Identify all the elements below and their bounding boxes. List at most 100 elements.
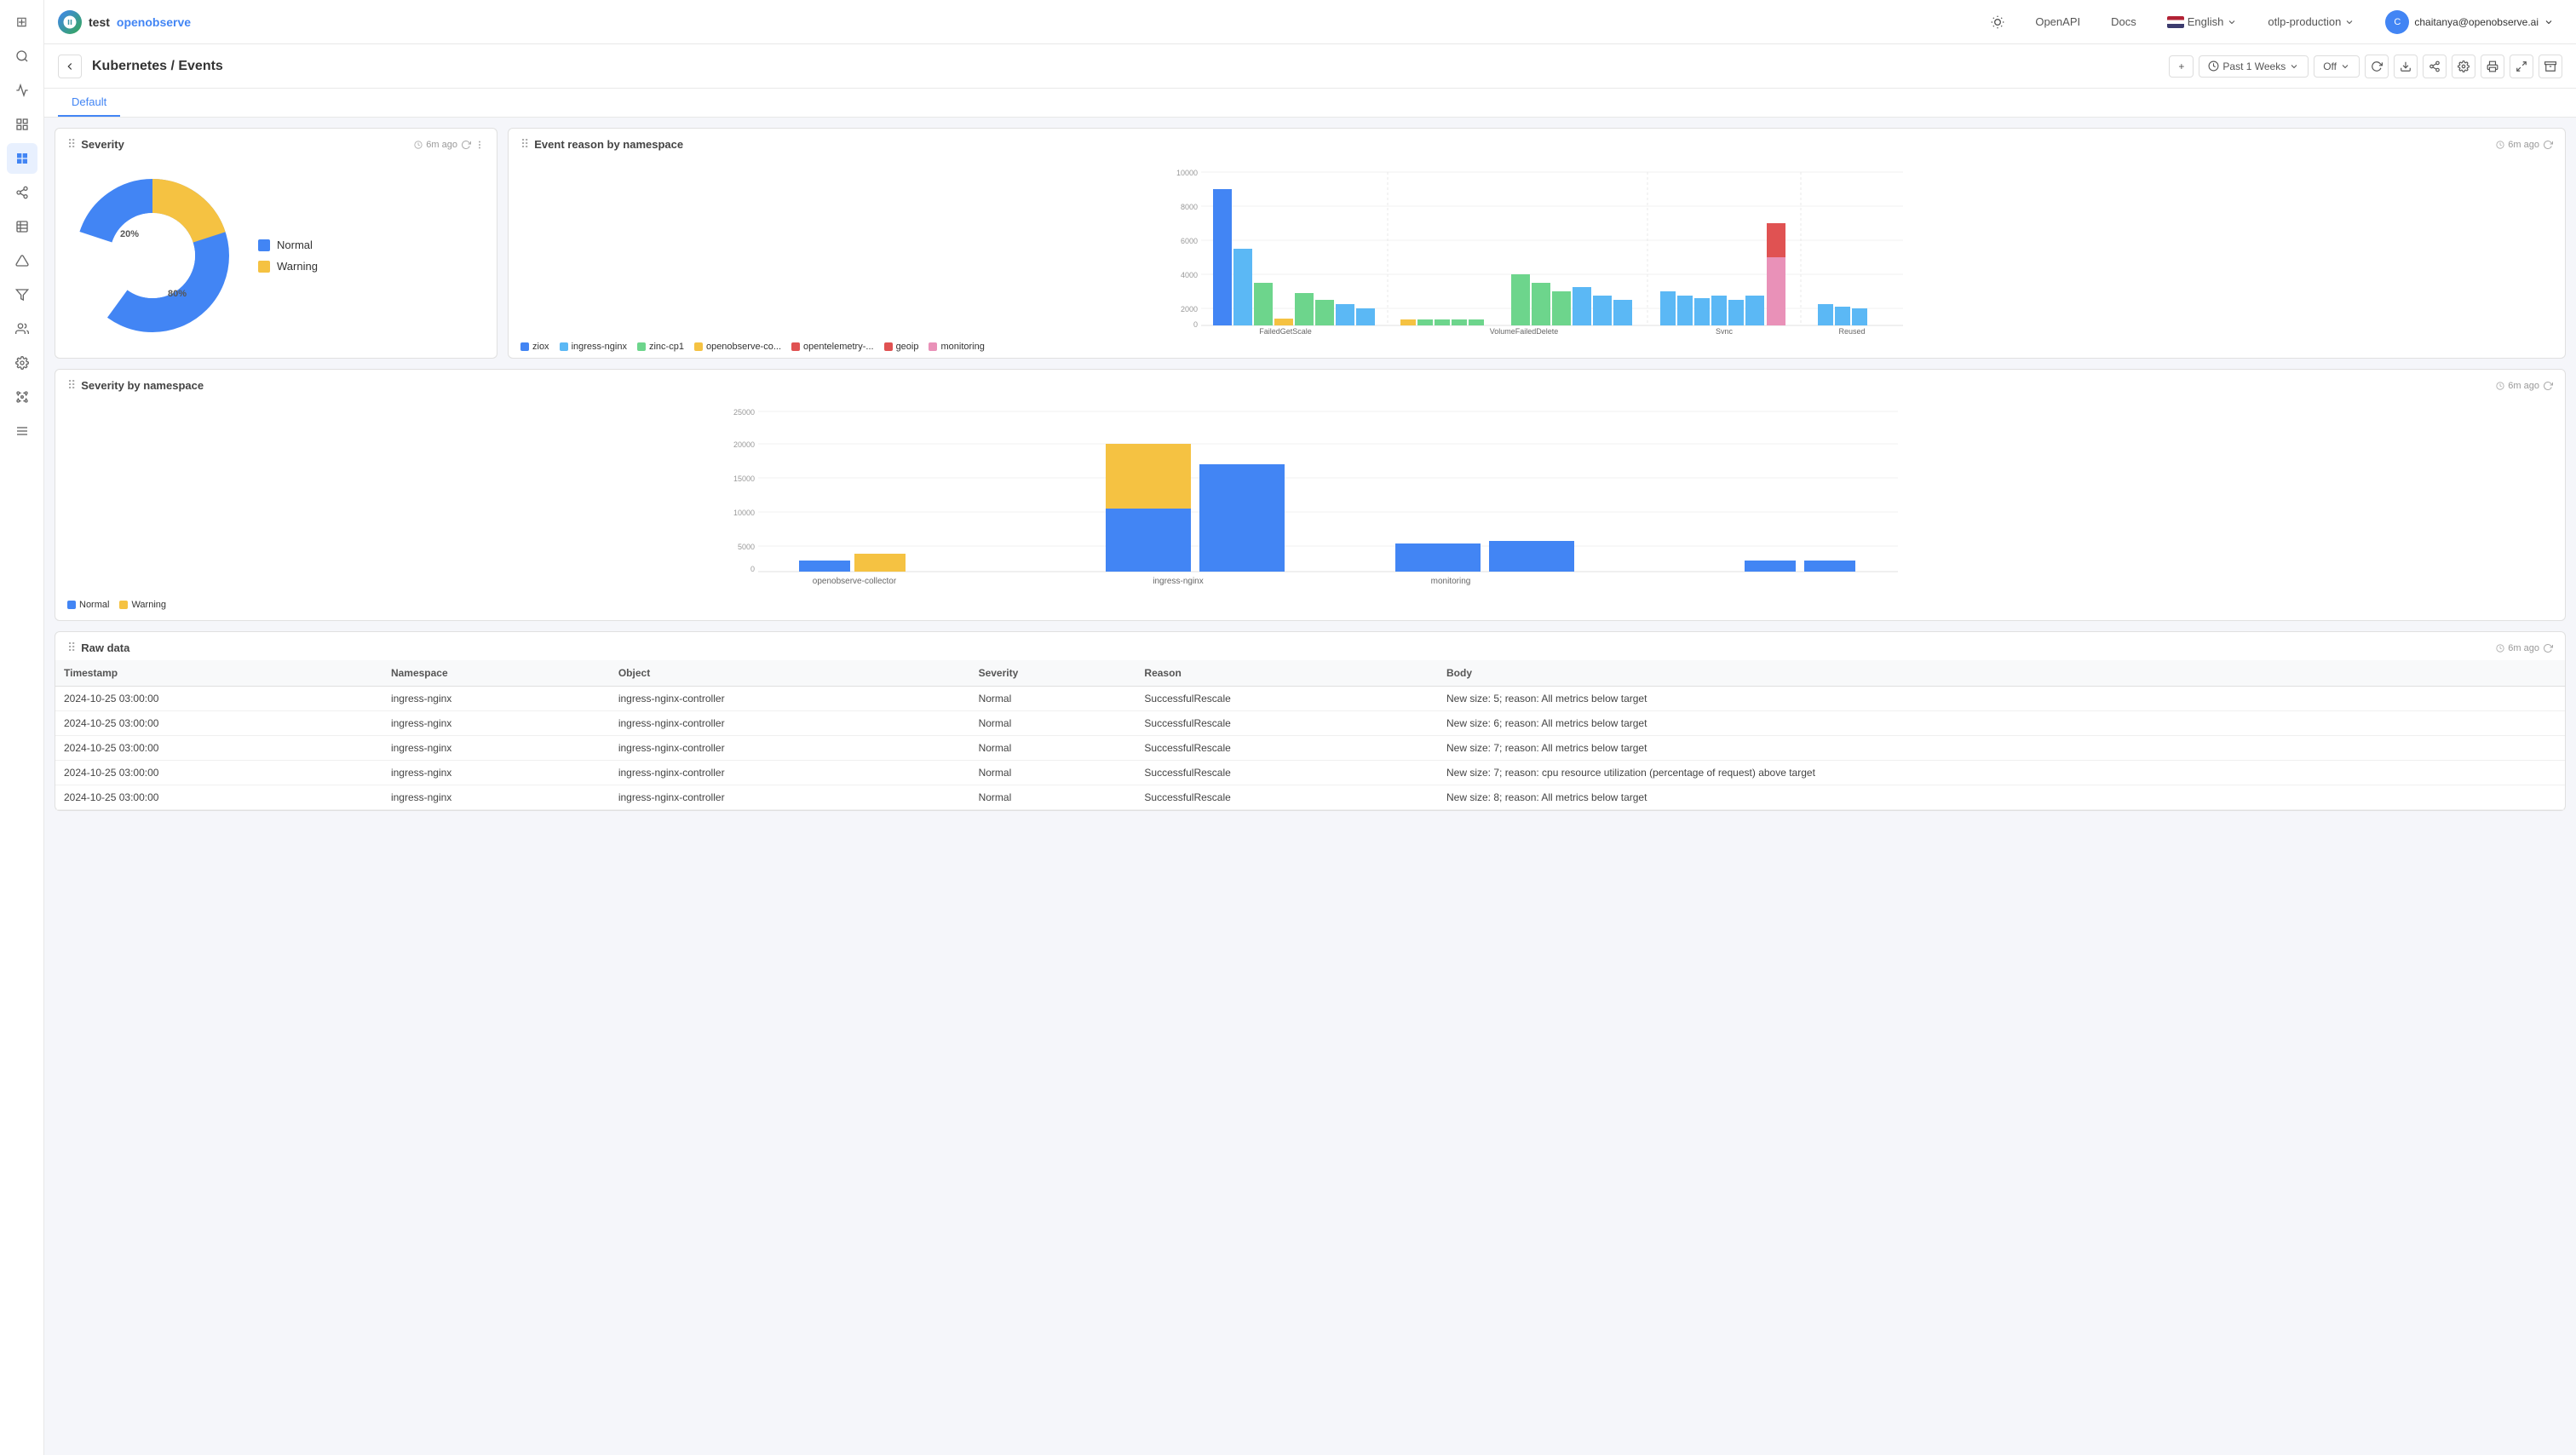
svg-text:20000: 20000 (733, 440, 755, 449)
legend-geoip: geoip (884, 342, 919, 352)
download-button[interactable] (2394, 55, 2418, 78)
tabs-bar: Default (44, 89, 2576, 118)
ingress-dot (560, 342, 568, 351)
sidebar-item-share[interactable] (7, 177, 37, 208)
sidebar-item-filter[interactable] (7, 279, 37, 310)
cell-reason: SuccessfulRescale (1136, 687, 1438, 711)
user-menu[interactable]: C chaitanya@openobserve.ai (2377, 6, 2562, 38)
refresh-toggle[interactable]: Off (2314, 55, 2360, 78)
sidebar-item-alerts[interactable] (7, 245, 37, 276)
event-reason-body: 10000 8000 6000 4000 2000 0 (509, 157, 2565, 357)
tab-default[interactable]: Default (58, 89, 120, 117)
dashboard: ⠿ Severity 6m ago (44, 118, 2576, 1455)
severity-ns-header: ⠿ Severity by namespace 6m ago (55, 370, 2565, 398)
cell-namespace: ingress-nginx (382, 785, 610, 810)
cell-object: ingress-nginx-controller (610, 687, 970, 711)
add-panel-button[interactable]: + (2169, 55, 2194, 78)
zinc-dot (637, 342, 646, 351)
sun-icon[interactable] (1982, 11, 2013, 33)
topnav: test openobserve OpenAPI Docs English ot… (44, 0, 2576, 44)
cell-namespace: ingress-nginx (382, 711, 610, 736)
legend-item-normal: Normal (258, 239, 318, 251)
language-selector[interactable]: English (2159, 11, 2246, 32)
clock-ns-icon (2496, 382, 2504, 390)
cell-reason: SuccessfulRescale (1136, 711, 1438, 736)
page-header: Kubernetes / Events + Past 1 Weeks Off (44, 44, 2576, 89)
table-row: 2024-10-25 03:00:00 ingress-nginx ingres… (55, 785, 2565, 810)
user-email: chaitanya@openobserve.ai (2414, 16, 2539, 28)
refresh-button[interactable] (2365, 55, 2389, 78)
share-button[interactable] (2423, 55, 2447, 78)
cell-timestamp: 2024-10-25 03:00:00 (55, 785, 382, 810)
sidebar: ⊞ (0, 0, 44, 1455)
brand-name: openobserve (117, 15, 191, 29)
cell-timestamp: 2024-10-25 03:00:00 (55, 711, 382, 736)
raw-data-header: ⠿ Raw data 6m ago (55, 632, 2565, 660)
normal-pct-label: 80% (168, 289, 187, 299)
cell-body: New size: 7; reason: All metrics below t… (1438, 736, 2565, 761)
legend-monitoring: monitoring (929, 342, 984, 352)
sev-normal-legend: Normal (67, 600, 109, 610)
table-row: 2024-10-25 03:00:00 ingress-nginx ingres… (55, 711, 2565, 736)
settings-button[interactable] (2452, 55, 2475, 78)
cell-timestamp: 2024-10-25 03:00:00 (55, 761, 382, 785)
raw-data-table: Timestamp Namespace Object Severity Reas… (55, 660, 2565, 810)
brand-logo (58, 10, 82, 34)
event-drag-handle[interactable]: ⠿ (520, 137, 529, 152)
legend-openobserve: openobserve-co... (694, 342, 781, 352)
severity-ns-body: 25000 20000 15000 10000 5000 0 (55, 398, 2565, 620)
sidebar-item-reports[interactable] (7, 211, 37, 242)
svg-text:10000: 10000 (1176, 169, 1198, 177)
severity-panel-header: ⠿ Severity 6m ago (55, 129, 497, 157)
svg-text:VolumeFailedDelete: VolumeFailedDelete (1490, 327, 1559, 334)
sidebar-item-dashboards[interactable] (7, 143, 37, 174)
fullscreen-button[interactable] (2510, 55, 2533, 78)
cell-object: ingress-nginx-controller (610, 711, 970, 736)
donut-container: 20% 80% Normal Warning (67, 164, 485, 348)
drag-handle[interactable]: ⠿ (67, 137, 76, 152)
sev-ns-drag[interactable]: ⠿ (67, 378, 76, 393)
sidebar-item-dashboard-panel[interactable] (7, 109, 37, 140)
cell-timestamp: 2024-10-25 03:00:00 (55, 736, 382, 761)
chevron-down-icon (2227, 17, 2237, 27)
sidebar-item-users[interactable] (7, 313, 37, 344)
oo-dot (694, 342, 703, 351)
svg-text:25000: 25000 (733, 408, 755, 417)
refresh-small-icon[interactable] (461, 140, 471, 150)
legend-opentelemetry: opentelemetry-... (791, 342, 874, 352)
flag-icon (2167, 16, 2184, 28)
sidebar-item-metrics[interactable] (7, 75, 37, 106)
severity-ns-panel: ⠿ Severity by namespace 6m ago 25000 200 (55, 369, 2566, 621)
archive-button[interactable] (2539, 55, 2562, 78)
more-icon[interactable] (474, 140, 485, 150)
org-selector[interactable]: otlp-production (2259, 11, 2363, 32)
sidebar-item-search[interactable] (7, 41, 37, 72)
time-range-picker[interactable]: Past 1 Weeks (2199, 55, 2309, 78)
severity-body: 20% 80% Normal Warning (55, 157, 497, 358)
sidebar-item-integrations[interactable] (7, 382, 37, 412)
print-button[interactable] (2481, 55, 2504, 78)
svg-text:0: 0 (750, 565, 755, 573)
geoip-dot (884, 342, 893, 351)
docs-button[interactable]: Docs (2102, 11, 2145, 32)
sidebar-item-menu[interactable] (7, 416, 37, 446)
refresh-ns-icon[interactable] (2543, 381, 2553, 391)
refresh-raw-icon[interactable] (2543, 643, 2553, 653)
cell-body: New size: 6; reason: All metrics below t… (1438, 711, 2565, 736)
svg-text:2000: 2000 (1181, 305, 1198, 313)
raw-drag[interactable]: ⠿ (67, 641, 76, 655)
event-reason-meta: 6m ago (2496, 140, 2553, 150)
severity-ns-chart: 25000 20000 15000 10000 5000 0 (67, 405, 2553, 592)
cell-body: New size: 7; reason: cpu resource utiliz… (1438, 761, 2565, 785)
cell-namespace: ingress-nginx (382, 687, 610, 711)
sidebar-item-home[interactable]: ⊞ (7, 7, 37, 37)
cell-severity: Normal (970, 761, 1136, 785)
refresh-event-icon[interactable] (2543, 140, 2553, 150)
openapi-button[interactable]: OpenAPI (2027, 11, 2089, 32)
back-button[interactable] (58, 55, 82, 78)
legend-item-warning: Warning (258, 260, 318, 273)
severity-ns-title: Severity by namespace (81, 379, 2491, 392)
cell-reason: SuccessfulRescale (1136, 736, 1438, 761)
sidebar-item-settings[interactable] (7, 348, 37, 378)
chevron-down-icon-time (2289, 61, 2299, 72)
